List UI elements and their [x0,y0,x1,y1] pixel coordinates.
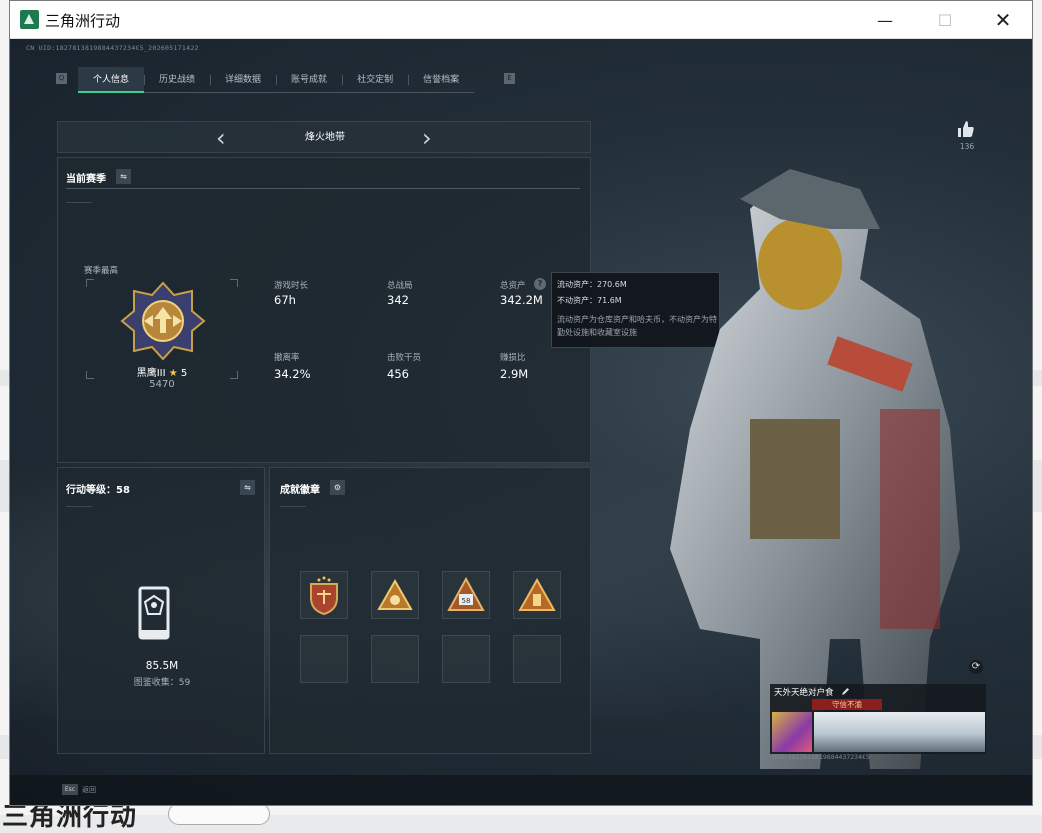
like-count: 136 [959,142,975,151]
badge-tower-icon [518,577,556,611]
mode-prev-button[interactable]: ‹ [216,124,226,152]
badge-triangle-icon [377,578,413,610]
badge-shield-icon [310,576,338,616]
app-window: 三角洲行动 — ☐ ✕ CN UID:1827813819884437234€5… [9,0,1033,806]
close-button[interactable]: ✕ [980,1,1026,39]
badge-slot-empty[interactable] [300,635,348,683]
tooltip-fixed-assets: 不动资产：71.6M [557,296,622,305]
title-bar: 三角洲行动 — ☐ ✕ [10,1,1032,39]
decor-line [280,506,306,507]
season-divider [66,188,580,189]
badge-slot[interactable] [371,571,419,619]
season-panel: 当前赛季 ⇋ 赛季最高 黑鹰III ★ 5 5470 游戏时长 67h 总战局 … [57,157,591,463]
badge-slot-empty[interactable] [371,635,419,683]
stat-extract-label: 撤离率 [274,353,300,363]
minimize-button[interactable]: — [862,1,908,39]
stat-matches-label: 总战局 [387,281,413,291]
esc-label: 返回 [82,786,96,794]
player-avatar [772,712,812,752]
player-title-tag: 守信不渝 [812,699,882,710]
level-switch-button[interactable]: ⇋ [240,480,255,495]
decor-line [66,506,92,507]
tab-personal-info[interactable]: 个人信息 [78,67,145,93]
stat-kills-label: 击败干员 [387,353,422,363]
rank-medal-icon [120,281,206,361]
tooltip-liquid-assets: 流动资产：270.6M [557,280,627,289]
card-banner-image [814,712,985,752]
tab-social[interactable]: 社交定制 [342,67,408,93]
badge-slot-empty[interactable] [513,635,561,683]
mode-label: 烽火地带 [305,132,345,143]
season-switch-button[interactable]: ⇋ [116,169,131,184]
badge-level-icon: 58 [447,576,485,611]
window-title: 三角洲行动 [45,12,121,30]
stat-matches-value: 342 [387,293,409,307]
frame-corner [230,279,238,287]
edit-pencil-icon[interactable] [841,687,850,696]
stat-extract-value: 34.2% [274,367,311,381]
decor-line [66,202,92,203]
background-pill-button[interactable] [168,803,270,825]
badge-slot-empty[interactable] [442,635,490,683]
player-name-card[interactable]: 天外天绝对户食 守信不渝 [770,684,986,754]
badges-title: 成就徽章 [280,485,320,496]
rank-name-text: 黑鹰III [136,368,166,379]
collection-value: 85.5M [145,660,179,672]
badge-slot[interactable] [513,571,561,619]
tab-achievements[interactable]: 账号成就 [276,67,342,93]
stat-kills-value: 456 [387,367,409,381]
tab-details[interactable]: 详细数据 [210,67,276,93]
game-screen: CN UID:1827813819884437234€5_20260517142… [10,39,1032,805]
badge-level-number: 58 [462,597,471,605]
level-title: 行动等级：58 [66,485,130,496]
assets-help-icon[interactable]: ? [534,278,546,290]
badge-slot[interactable] [300,571,348,619]
uid-text: CN UID:1827813819884437234€5_20260517142… [26,44,199,52]
rank-star-count: 5 [180,368,188,379]
badges-settings-button[interactable]: ⚙ [330,480,345,495]
refresh-icon[interactable]: ⟳ [969,660,983,674]
tab-prev-button[interactable]: Q [56,73,67,84]
rank-score: 5470 [149,379,175,390]
season-best-label: 赛季最高 [84,266,119,276]
tab-history[interactable]: 历史战绩 [144,67,210,93]
stat-ratio-label: 赚损比 [500,353,526,363]
tab-next-button[interactable]: E [504,73,515,84]
thumbs-up-icon [958,121,974,137]
collection-count: 图鉴收集：59 [133,678,191,688]
badge-slot[interactable]: 58 [442,571,490,619]
player-name: 天外天绝对户食 [774,688,834,698]
stat-assets-value: 342.2M [500,293,543,307]
app-logo-icon [20,10,39,29]
maximize-button[interactable]: ☐ [922,1,968,39]
collection-case-icon [138,586,170,640]
card-uid: UID:1827813819884437234€5 [772,753,870,761]
season-title: 当前赛季 [66,174,106,185]
tab-bar: 个人信息 历史战绩 详细数据 账号成就 社交定制 信誉档案 [78,67,475,93]
level-panel: 行动等级：58 ⇋ 85.5M 图鉴收集：59 [57,467,265,754]
stat-assets-label: 总资产 [500,281,526,291]
stat-playtime-value: 67h [274,293,296,307]
esc-key-hint[interactable]: Esc [62,784,78,795]
badges-panel: 成就徽章 ⚙ 58 [269,467,591,754]
star-icon: ★ [168,368,178,379]
tab-reputation[interactable]: 信誉档案 [408,67,474,93]
frame-corner [86,279,94,287]
stat-playtime-label: 游戏时长 [274,281,309,291]
like-button[interactable] [956,119,976,139]
stat-ratio-value: 2.9M [500,367,529,381]
bottom-bar [10,775,1032,805]
rank-name: 黑鹰III ★ 5 [78,364,246,379]
mode-next-button[interactable]: › [422,124,432,152]
mode-selector: 烽火地带 ‹ › [57,121,591,153]
